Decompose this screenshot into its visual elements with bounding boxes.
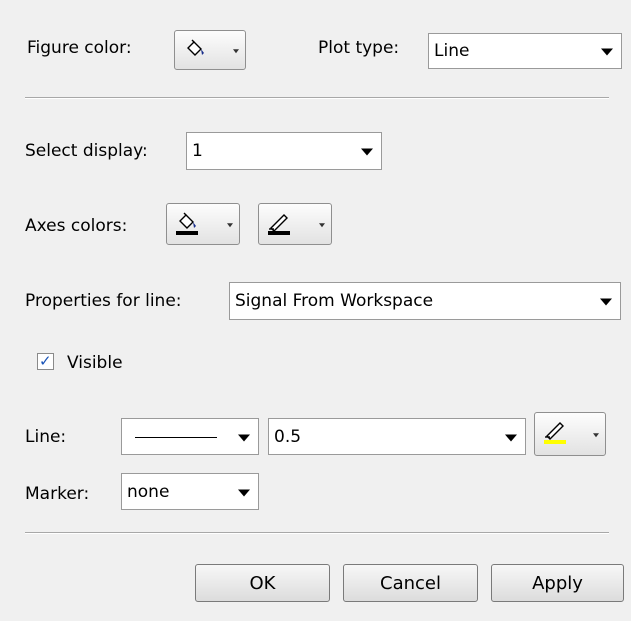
figure-color-label: Figure color: — [27, 38, 132, 58]
plot-type-label: Plot type: — [318, 38, 400, 58]
chevron-down-icon — [600, 298, 612, 306]
select-display-select[interactable]: 1 — [186, 132, 382, 170]
chevron-down-icon — [601, 48, 613, 56]
ok-button[interactable]: OK — [195, 564, 330, 602]
visible-label: Visible — [67, 353, 123, 373]
line-width-select[interactable]: 0.5 — [268, 418, 526, 455]
properties-for-line-label: Properties for line: — [25, 291, 182, 311]
properties-for-line-select[interactable]: Signal From Workspace — [229, 282, 621, 320]
properties-for-line-value: Signal From Workspace — [235, 291, 434, 311]
cancel-button[interactable]: Cancel — [343, 564, 478, 602]
chevron-down-icon — [505, 434, 517, 442]
axes-colors-label: Axes colors: — [25, 216, 128, 236]
line-color-icon — [266, 210, 292, 236]
chevron-down-icon — [233, 49, 239, 54]
line-color-button[interactable] — [534, 412, 606, 456]
line-label: Line: — [25, 427, 67, 447]
apply-button[interactable]: Apply — [491, 564, 624, 602]
select-display-value: 1 — [192, 141, 203, 161]
solid-line-icon — [135, 437, 217, 438]
paint-bucket-icon — [182, 37, 208, 63]
plot-type-select[interactable]: Line — [428, 33, 622, 69]
marker-value: none — [127, 481, 170, 502]
paint-bucket-icon — [174, 210, 200, 236]
separator — [25, 532, 609, 534]
visible-checkbox[interactable]: ✓ — [37, 352, 54, 370]
chevron-down-icon — [361, 148, 373, 156]
chevron-down-icon — [319, 223, 325, 228]
axes-line-color-button[interactable] — [258, 203, 332, 245]
chevron-down-icon — [593, 433, 599, 438]
chevron-down-icon — [227, 223, 233, 228]
plot-type-value: Line — [434, 41, 470, 61]
marker-select[interactable]: none — [121, 473, 259, 510]
separator — [25, 97, 609, 99]
line-width-value: 0.5 — [274, 426, 302, 447]
line-style-select[interactable] — [121, 418, 259, 455]
chevron-down-icon — [238, 434, 250, 442]
axes-fill-color-button[interactable] — [166, 203, 240, 245]
line-color-icon — [542, 419, 568, 445]
figure-color-button[interactable] — [174, 30, 246, 70]
check-icon: ✓ — [39, 352, 52, 370]
chevron-down-icon — [238, 489, 250, 497]
select-display-label: Select display: — [25, 141, 148, 161]
marker-label: Marker: — [25, 484, 90, 504]
